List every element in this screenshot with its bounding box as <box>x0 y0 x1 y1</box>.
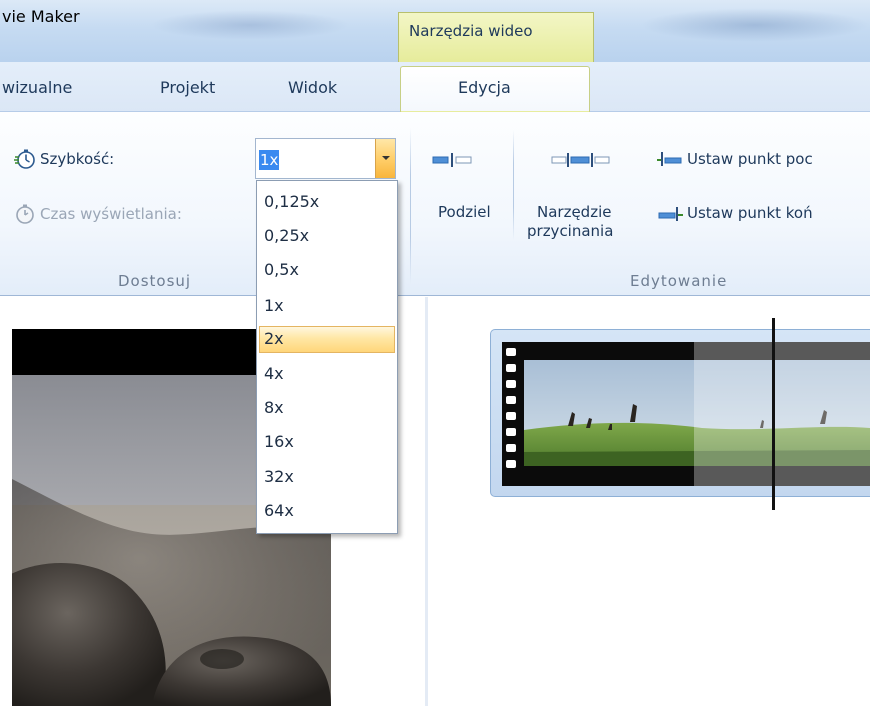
group-label-editing: Edytowanie <box>630 272 728 290</box>
chevron-down-icon[interactable] <box>375 139 395 178</box>
tab-view[interactable]: Widok <box>288 78 337 97</box>
speed-option-0-5x[interactable]: 0,5x <box>259 257 395 284</box>
tab-project[interactable]: Projekt <box>160 78 215 97</box>
split-icon[interactable] <box>432 150 472 170</box>
app-title: vie Maker <box>2 7 80 26</box>
title-bar-glass-highlight <box>150 10 350 40</box>
speed-combo-box[interactable]: 1x <box>255 138 396 179</box>
title-bar: vie Maker Narzędzia wideo <box>0 0 870 62</box>
trim-tool-icon[interactable] <box>551 150 613 170</box>
ribbon-tab-row: wizualne Projekt Widok Edycja <box>0 62 870 113</box>
trim-tool-button-line2[interactable]: przycinania <box>527 222 613 240</box>
speed-option-0-25x[interactable]: 0,25x <box>259 223 395 250</box>
speed-option-64x[interactable]: 64x <box>259 498 395 525</box>
speed-option-2x[interactable]: 2x <box>259 326 395 353</box>
playhead-marker[interactable] <box>772 318 775 510</box>
context-tab-group-video-tools: Narzędzia wideo <box>398 12 594 62</box>
set-end-point-button[interactable]: Ustaw punkt koń <box>687 204 813 222</box>
video-clip-thumbnail[interactable] <box>502 342 870 486</box>
set-start-point-button[interactable]: Ustaw punkt poc <box>687 150 813 168</box>
group-label-adjust: Dostosuj <box>118 272 192 290</box>
trim-tool-button[interactable]: Narzędzie <box>537 203 611 221</box>
duration-label: Czas wyświetlania: <box>40 205 182 223</box>
speed-option-4x[interactable]: 4x <box>259 361 395 388</box>
speed-option-16x[interactable]: 16x <box>259 429 395 456</box>
context-tab-group-label: Narzędzia wideo <box>409 22 533 40</box>
title-bar-glass-highlight <box>640 8 870 42</box>
speed-option-32x[interactable]: 32x <box>259 464 395 491</box>
stopwatch-speed-icon <box>14 148 36 170</box>
tab-visual-effects[interactable]: wizualne <box>2 78 72 97</box>
split-button[interactable]: Podziel <box>438 203 491 221</box>
speed-option-0-125x[interactable]: 0,125x <box>259 189 395 216</box>
set-start-point-icon[interactable] <box>657 150 683 170</box>
speed-dropdown-list[interactable]: 0,125x 0,25x 0,5x 1x 2x 4x 8x 16x 32x 64… <box>256 180 398 534</box>
speed-label: Szybkość: <box>40 150 115 168</box>
set-end-point-icon[interactable] <box>657 205 683 225</box>
speed-option-1x[interactable]: 1x <box>259 293 395 320</box>
group-separator <box>410 128 411 284</box>
speed-combo-value[interactable]: 1x <box>259 150 280 170</box>
speed-option-8x[interactable]: 8x <box>259 395 395 422</box>
group-separator <box>513 130 514 240</box>
tab-edit[interactable]: Edycja <box>400 66 590 113</box>
stopwatch-duration-icon <box>14 203 36 225</box>
tab-edit-label: Edycja <box>458 78 511 97</box>
